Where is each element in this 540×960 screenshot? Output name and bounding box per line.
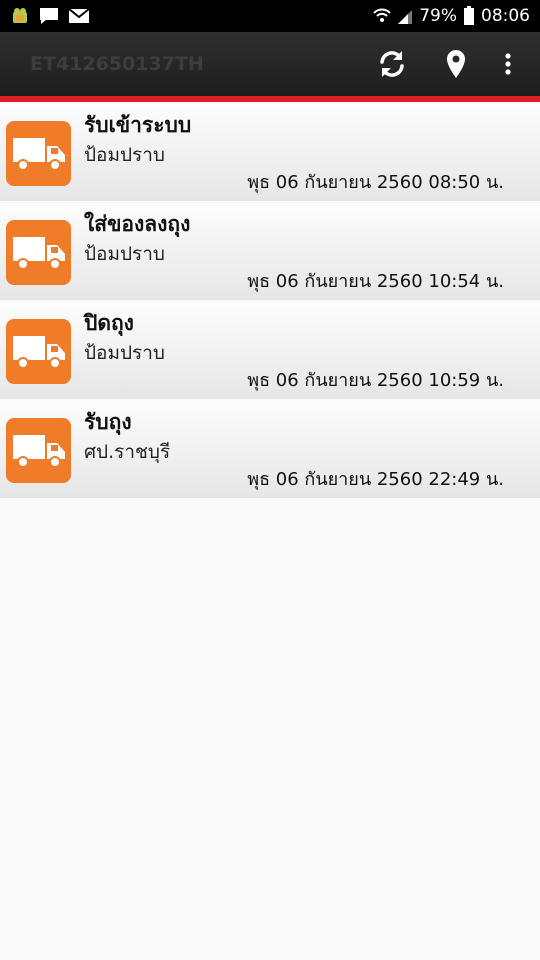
truck-icon (6, 121, 71, 186)
item-location: ศป.ราชบุรี (84, 441, 171, 463)
item-text: ใส่ของลงถุง ป้อมปราบ (84, 209, 504, 269)
overflow-menu-button[interactable] (488, 32, 528, 96)
list-item[interactable]: ปิดถุง ป้อมปราบ พุธ 06 กันยายน 2560 10:5… (0, 302, 540, 399)
android-debug-icon (10, 6, 30, 26)
app-actions (360, 32, 528, 96)
location-pin-icon (445, 49, 467, 79)
item-text: รับเข้าระบบ ป้อมปราบ (84, 110, 504, 170)
signal-icon (397, 7, 413, 25)
item-timestamp: พุธ 06 กันยายน 2560 10:54 น. (247, 271, 504, 292)
item-status: ใส่ของลงถุง (84, 212, 191, 236)
list-item[interactable]: ใส่ของลงถุง ป้อมปราบ พุธ 06 กันยายน 2560… (0, 203, 540, 300)
page-title: ET412650137TH (30, 53, 204, 75)
refresh-button[interactable] (360, 32, 424, 96)
item-timestamp: พุธ 06 กันยายน 2560 22:49 น. (247, 469, 504, 490)
battery-icon (463, 6, 475, 26)
item-text: ปิดถุง ป้อมปราบ (84, 308, 504, 368)
mail-icon (68, 7, 90, 25)
item-text: รับถุง ศป.ราชบุรี (84, 407, 504, 467)
item-location: ป้อมปราบ (84, 342, 165, 364)
wifi-icon (373, 7, 391, 25)
refresh-icon (376, 48, 408, 80)
list-item[interactable]: รับเข้าระบบ ป้อมปราบ พุธ 06 กันยายน 2560… (0, 104, 540, 201)
overflow-menu-icon (504, 52, 512, 76)
item-location: ป้อมปราบ (84, 144, 165, 166)
battery-percent: 79% (419, 6, 457, 26)
message-icon (38, 6, 60, 26)
status-bar: 79% 08:06 (0, 0, 540, 32)
item-status: ปิดถุง (84, 311, 134, 335)
truck-icon (6, 319, 71, 384)
status-right: 79% 08:06 (373, 6, 530, 26)
app-bar: ET412650137TH (0, 32, 540, 96)
status-left (10, 6, 90, 26)
item-timestamp: พุธ 06 กันยายน 2560 08:50 น. (247, 172, 504, 193)
item-location: ป้อมปราบ (84, 243, 165, 265)
item-status: รับเข้าระบบ (84, 113, 192, 137)
tracking-list: รับเข้าระบบ ป้อมปราบ พุธ 06 กันยายน 2560… (0, 102, 540, 498)
item-status: รับถุง (84, 410, 132, 434)
truck-icon (6, 418, 71, 483)
item-timestamp: พุธ 06 กันยายน 2560 10:59 น. (247, 370, 504, 391)
list-item[interactable]: รับถุง ศป.ราชบุรี พุธ 06 กันยายน 2560 22… (0, 401, 540, 498)
location-button[interactable] (424, 32, 488, 96)
truck-icon (6, 220, 71, 285)
clock: 08:06 (481, 6, 530, 26)
